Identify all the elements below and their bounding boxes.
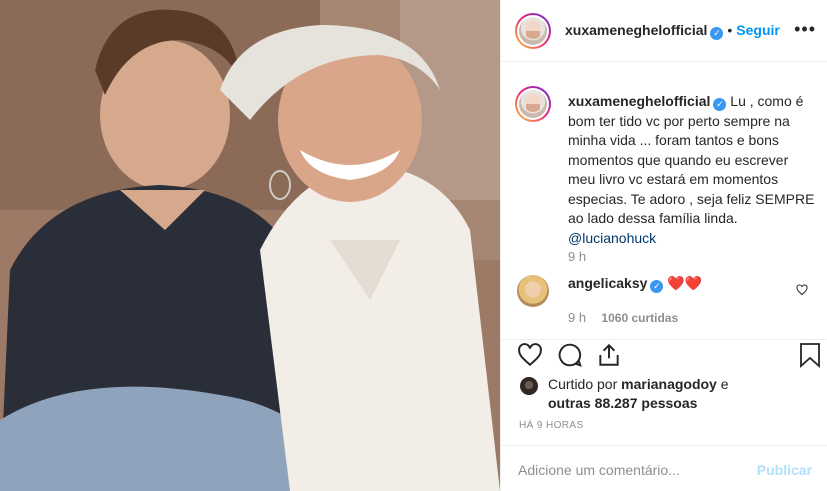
caption-time[interactable]: 9 h [568, 249, 586, 264]
add-comment-bar: Adicione um comentário... Publicar [501, 445, 827, 491]
like-heart-icon[interactable] [517, 342, 543, 368]
comments-section: xuxameneghelofficial ✓ Lu , como é bom te… [501, 62, 827, 340]
liked-by-avatar[interactable] [519, 376, 539, 396]
liked-by-others[interactable]: outras 88.287 pessoas [548, 395, 697, 411]
comment-icon[interactable] [557, 342, 583, 368]
verified-icon: ✓ [713, 98, 727, 111]
liked-by-prefix: Curtido por [548, 376, 618, 392]
comment-likes[interactable]: 1060 curtidas [601, 311, 678, 325]
comment: angelicaksy ✓ ❤️❤️ [568, 275, 702, 293]
comment-time[interactable]: 9 h [568, 310, 586, 325]
post-photo[interactable] [0, 0, 500, 491]
liked-by-user[interactable]: marianagodoy [621, 376, 717, 392]
separator: • [727, 22, 733, 38]
comment-meta: 9 h 1060 curtidas [568, 310, 678, 325]
liked-by-middle: e [720, 376, 729, 392]
author-avatar[interactable] [515, 13, 551, 49]
verified-icon: ✓ [710, 27, 724, 40]
post-time[interactable]: HÁ 9 HORAS [519, 420, 584, 431]
author-username[interactable]: xuxameneghelofficial [565, 22, 707, 38]
more-options-icon[interactable]: ••• [794, 20, 816, 38]
share-icon[interactable] [596, 342, 622, 368]
caption-username[interactable]: xuxameneghelofficial [568, 93, 710, 109]
caption-avatar[interactable] [515, 86, 551, 122]
post-header: xuxameneghelofficial ✓ • Seguir ••• [501, 0, 827, 62]
comment-input[interactable]: Adicione um comentário... [518, 462, 680, 478]
follow-button[interactable]: Seguir [736, 22, 780, 38]
caption: xuxameneghelofficial ✓ Lu , como é bom te… [568, 92, 818, 248]
comment-text: ❤️❤️ [667, 275, 703, 291]
comment-avatar[interactable] [517, 275, 549, 307]
comment-username[interactable]: angelicaksy [568, 275, 647, 291]
publish-button[interactable]: Publicar [757, 462, 812, 478]
header-meta: xuxameneghelofficial ✓ • Seguir [565, 22, 780, 40]
caption-text: Lu , como é bom ter tido vc por perto se… [568, 93, 815, 226]
save-bookmark-icon[interactable] [798, 342, 822, 368]
post-panel: xuxameneghelofficial ✓ • Seguir ••• xuxamen… [500, 0, 827, 491]
photo-illustration [0, 0, 500, 491]
comment-like-icon[interactable] [796, 284, 808, 296]
liked-by: Curtido por marianagodoy e outras 88.287… [548, 375, 818, 413]
verified-icon: ✓ [650, 280, 664, 293]
caption-mention[interactable]: @lucianohuck [568, 230, 656, 246]
